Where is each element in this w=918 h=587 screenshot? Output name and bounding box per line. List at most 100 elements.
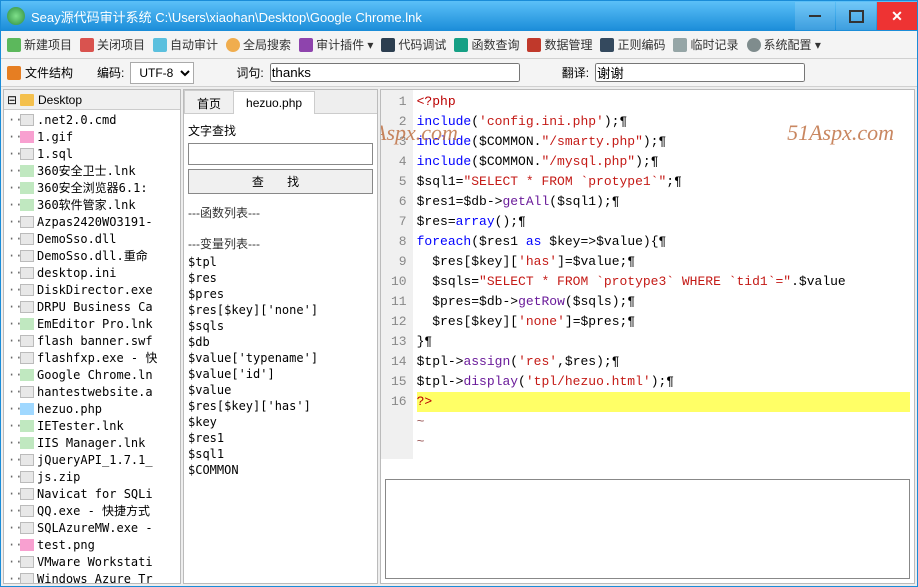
code-area[interactable]: <?phpinclude('config.ini.php');¶include(… — [413, 90, 914, 459]
text-search-label: 文字查找 — [188, 122, 373, 139]
gear-icon — [747, 38, 761, 52]
var-item[interactable]: $res[$key]['has'] — [188, 398, 373, 414]
tab-hezuo[interactable]: hezuo.php — [233, 91, 315, 114]
debug-label: 代码调试 — [398, 36, 446, 53]
tree-item[interactable]: ···1.sql — [4, 145, 180, 162]
word-input[interactable] — [270, 63, 520, 82]
main-area: ⊟ Desktop ···.net2.0.cmd···1.gif···1.sql… — [1, 87, 917, 586]
search-var-body: 文字查找 查 找 ---函数列表--- ---变量列表--- $tpl$res$… — [184, 114, 377, 583]
var-item[interactable]: $res1 — [188, 430, 373, 446]
maximize-button[interactable] — [836, 2, 876, 30]
tree-item[interactable]: ···VMware Workstati — [4, 553, 180, 570]
var-list: $tpl$res$pres$res[$key]['none']$sqls$db$… — [188, 254, 373, 478]
regex-icon — [600, 38, 614, 52]
tree-item[interactable]: ···SQLAzureMW.exe - — [4, 519, 180, 536]
data-mgmt-button[interactable]: 数据管理 — [527, 36, 592, 53]
tree-item[interactable]: ···360安全浏览器6.1: — [4, 179, 180, 196]
var-item[interactable]: $res[$key]['none'] — [188, 302, 373, 318]
temp-record-label: 临时记录 — [690, 36, 738, 53]
tree-item[interactable]: ···flash banner.swf — [4, 332, 180, 349]
file-struct-label: 文件结构 — [7, 64, 73, 81]
tree-item[interactable]: ···IIS Manager.lnk — [4, 434, 180, 451]
func-query-label: 函数查询 — [471, 36, 519, 53]
log-icon — [673, 38, 687, 52]
tree-item[interactable]: ···360安全卫士.lnk — [4, 162, 180, 179]
sys-config-menu[interactable]: 系统配置 ▾ — [747, 36, 821, 53]
tree-item[interactable]: ···Azpas2420WO3191- — [4, 213, 180, 230]
var-item[interactable]: $value — [188, 382, 373, 398]
translate-input[interactable] — [595, 63, 805, 82]
translate-label: 翻译: — [562, 64, 589, 81]
plugin-label: 审计插件 ▾ — [316, 36, 373, 53]
code-editor[interactable]: 12345678910111213141516 <?phpinclude('co… — [381, 90, 914, 459]
debug-button[interactable]: 代码调试 — [381, 36, 446, 53]
var-item[interactable]: $COMMON — [188, 462, 373, 478]
text-search-button[interactable]: 查 找 — [188, 169, 373, 194]
tree-item[interactable]: ···.net2.0.cmd — [4, 111, 180, 128]
tab-home[interactable]: 首页 — [184, 90, 234, 113]
close-button[interactable] — [877, 2, 917, 30]
global-search-button[interactable]: 全局搜索 — [226, 36, 291, 53]
code-hscroll[interactable] — [381, 459, 914, 475]
tree-item[interactable]: ···DiskDirector.exe — [4, 281, 180, 298]
minimize-button[interactable] — [795, 2, 835, 30]
x-icon — [80, 38, 94, 52]
new-project-button[interactable]: 新建项目 — [7, 36, 72, 53]
search-icon — [226, 38, 240, 52]
encoding-select[interactable]: UTF-8 — [130, 62, 194, 84]
folder-icon — [20, 94, 34, 106]
tree-body[interactable]: ···.net2.0.cmd···1.gif···1.sql···360安全卫士… — [4, 110, 180, 583]
tree-item[interactable]: ···DemoSso.dll.重命 — [4, 247, 180, 264]
var-list-header: ---变量列表--- — [188, 235, 373, 252]
tree-item[interactable]: ···360软件管家.lnk — [4, 196, 180, 213]
var-item[interactable]: $pres — [188, 286, 373, 302]
auto-audit-button[interactable]: 自动审计 — [153, 36, 218, 53]
regex-label: 正则编码 — [617, 36, 665, 53]
window-controls — [794, 2, 917, 30]
close-project-button[interactable]: 关闭项目 — [80, 36, 145, 53]
tree-item[interactable]: ···1.gif — [4, 128, 180, 145]
var-item[interactable]: $value['id'] — [188, 366, 373, 382]
func-query-button[interactable]: 函数查询 — [454, 36, 519, 53]
text-search-input[interactable] — [188, 143, 373, 165]
new-project-label: 新建项目 — [24, 36, 72, 53]
tree-item[interactable]: ···test.png — [4, 536, 180, 553]
tree-item[interactable]: ···DemoSso.dll — [4, 230, 180, 247]
encoding-label: 编码: — [97, 64, 124, 81]
func-icon — [454, 38, 468, 52]
var-item[interactable]: $tpl — [188, 254, 373, 270]
plugin-menu[interactable]: 审计插件 ▾ — [299, 36, 373, 53]
var-item[interactable]: $res — [188, 270, 373, 286]
tree-item[interactable]: ···jQueryAPI_1.7.1_ — [4, 451, 180, 468]
tree-item[interactable]: ···desktop.ini — [4, 264, 180, 281]
var-item[interactable]: $key — [188, 414, 373, 430]
temp-record-button[interactable]: 临时记录 — [673, 36, 738, 53]
output-pane[interactable] — [385, 479, 910, 579]
plus-icon — [7, 38, 21, 52]
var-item[interactable]: $sqls — [188, 318, 373, 334]
tree-item[interactable]: ···Google Chrome.ln — [4, 366, 180, 383]
tree-item[interactable]: ···flashfxp.exe - 快 — [4, 349, 180, 366]
tree-item[interactable]: ···IETester.lnk — [4, 417, 180, 434]
var-item[interactable]: $sql1 — [188, 446, 373, 462]
tree-item[interactable]: ···DRPU Business Ca — [4, 298, 180, 315]
file-tree-panel: ⊟ Desktop ···.net2.0.cmd···1.gif···1.sql… — [3, 89, 181, 584]
sub-toolbar: 文件结构 编码: UTF-8 词句: 翻译: — [1, 59, 917, 87]
auto-audit-label: 自动审计 — [170, 36, 218, 53]
tree-root-label[interactable]: Desktop — [38, 93, 82, 107]
tree-item[interactable]: ···Windows Azure Tr — [4, 570, 180, 583]
var-item[interactable]: $value['typename'] — [188, 350, 373, 366]
tree-item[interactable]: ···hezuo.php — [4, 400, 180, 417]
collapse-tree-icon[interactable]: ⊟ — [4, 93, 20, 107]
var-item[interactable]: $db — [188, 334, 373, 350]
plugin-icon — [299, 38, 313, 52]
window-title: Seay源代码审计系统 C:\Users\xiaohan\Desktop\Goo… — [31, 7, 422, 26]
debug-icon — [381, 38, 395, 52]
tree-item[interactable]: ···EmEditor Pro.lnk — [4, 315, 180, 332]
tree-item[interactable]: ···js.zip — [4, 468, 180, 485]
tree-item[interactable]: ···QQ.exe - 快捷方式 — [4, 502, 180, 519]
tree-item[interactable]: ···hantestwebsite.a — [4, 383, 180, 400]
regex-button[interactable]: 正则编码 — [600, 36, 665, 53]
close-project-label: 关闭项目 — [97, 36, 145, 53]
tree-item[interactable]: ···Navicat for SQLi — [4, 485, 180, 502]
